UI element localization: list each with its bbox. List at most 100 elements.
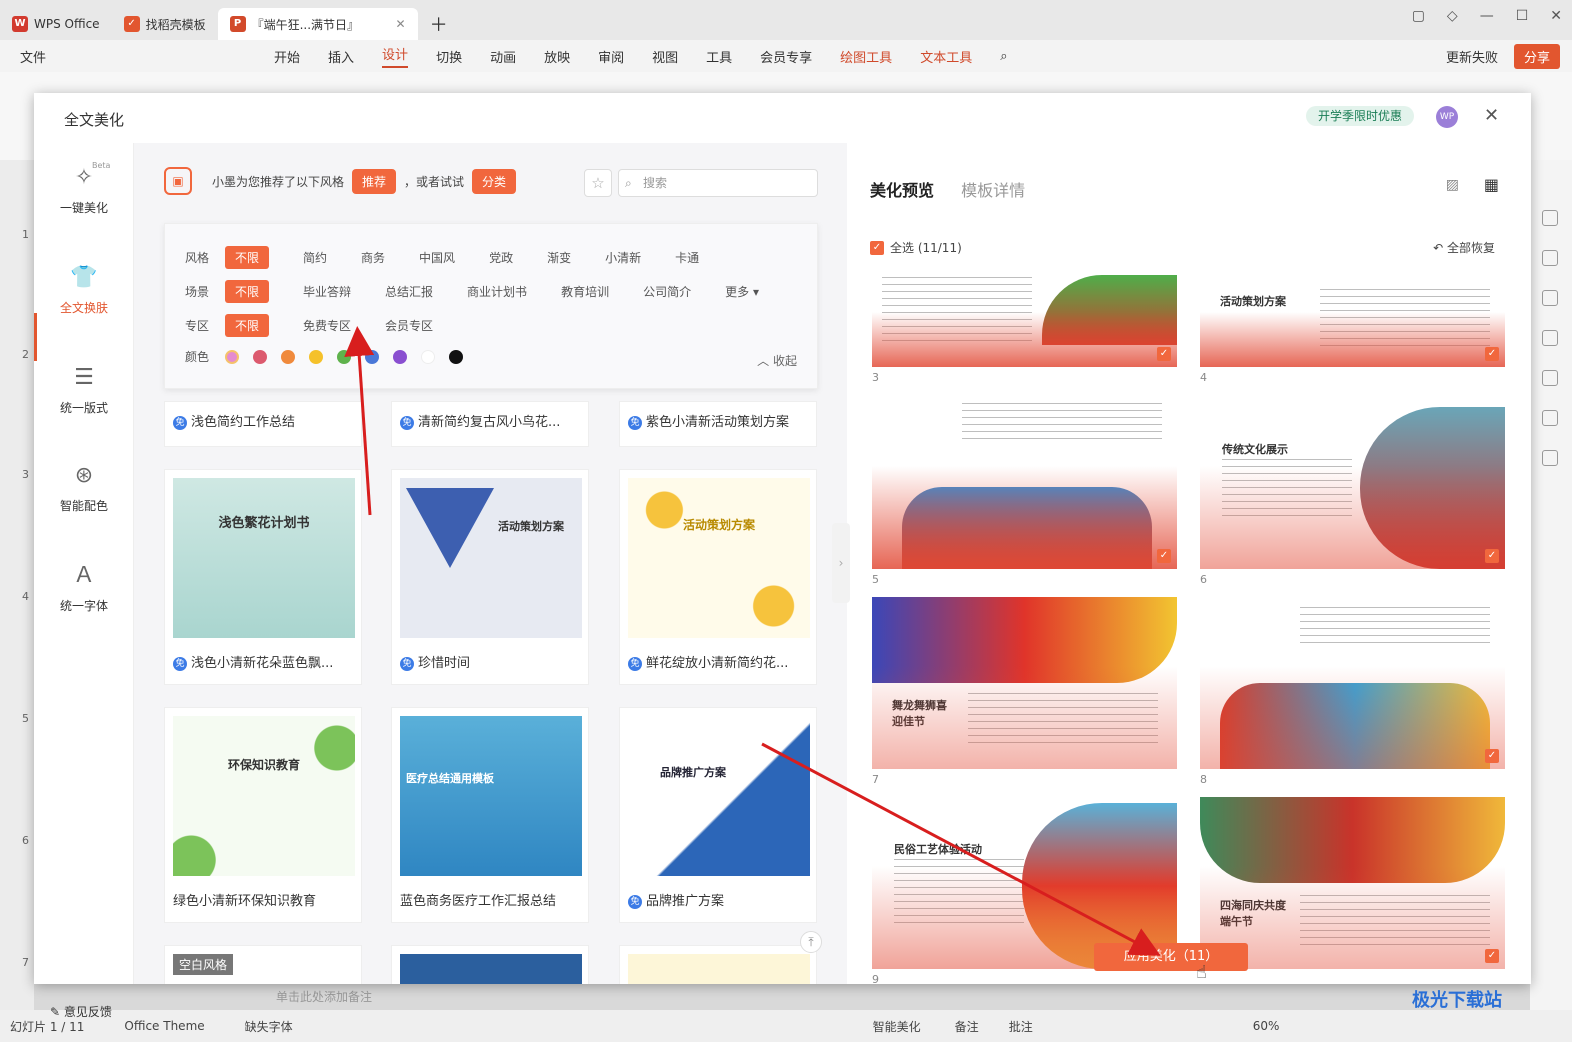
- category-pill[interactable]: 分类: [472, 168, 517, 194]
- filter-option[interactable]: 总结汇报: [385, 283, 433, 300]
- tool-icon[interactable]: [1542, 330, 1558, 346]
- notes-hint[interactable]: 单击此处添加备注: [276, 988, 372, 1005]
- menu-member[interactable]: 会员专享: [760, 47, 812, 66]
- tool-icon[interactable]: [1542, 210, 1558, 226]
- avatar[interactable]: WP: [1436, 106, 1458, 128]
- favorite-icon[interactable]: ☆: [584, 169, 612, 197]
- color-swatch[interactable]: [309, 349, 323, 364]
- template-card[interactable]: 免清新简约复古风小鸟花...: [391, 401, 589, 447]
- image-view-icon[interactable]: ▨: [1446, 177, 1459, 193]
- slide-check-icon[interactable]: ✓: [1485, 549, 1499, 563]
- filter-option[interactable]: 会员专区: [385, 317, 433, 334]
- color-swatch[interactable]: [393, 349, 407, 364]
- back-to-top-icon[interactable]: ⤒: [800, 931, 822, 953]
- menu-animation[interactable]: 动画: [490, 47, 516, 66]
- color-swatch[interactable]: [421, 349, 435, 364]
- feedback-link[interactable]: ✎ 意见反馈: [50, 1003, 112, 1020]
- recommend-pill[interactable]: 推荐: [352, 168, 397, 194]
- filter-option[interactable]: 教育培训: [561, 283, 609, 300]
- template-card[interactable]: 医疗总结通用模板 蓝色商务医疗工作汇报总结: [391, 707, 589, 923]
- template-card[interactable]: [619, 945, 817, 984]
- menu-review[interactable]: 审阅: [598, 47, 624, 66]
- close-dialog-icon[interactable]: ✕: [1484, 105, 1499, 126]
- slide-check-icon[interactable]: ✓: [1485, 749, 1499, 763]
- color-swatch[interactable]: [253, 349, 267, 364]
- preview-slide[interactable]: 舞龙舞狮喜迎佳节: [872, 597, 1177, 769]
- filter-option[interactable]: 免费专区: [303, 317, 351, 334]
- tab-template[interactable]: ✓ 找稻壳模板: [112, 8, 218, 40]
- filter-option[interactable]: 不限: [225, 314, 270, 337]
- preview-slide[interactable]: 活动策划方案 ✓: [1200, 275, 1505, 367]
- restore-all-button[interactable]: ↶ 全部恢复: [1433, 239, 1495, 256]
- search-icon[interactable]: ⌕: [1000, 49, 1007, 64]
- theme-name[interactable]: Office Theme: [124, 1019, 204, 1033]
- nav-color[interactable]: ⊛ 智能配色: [34, 461, 134, 514]
- filter-option[interactable]: 小清新: [605, 249, 641, 266]
- template-card[interactable]: 浅色繁花计划书 免浅色小清新花朵蓝色飘...: [164, 469, 362, 685]
- filter-option[interactable]: 毕业答辩: [303, 283, 351, 300]
- tool-icon[interactable]: [1542, 370, 1558, 386]
- nav-one-click[interactable]: ✧ Beta 一键美化: [34, 161, 134, 216]
- promo-badge[interactable]: 开学季限时优惠: [1306, 106, 1415, 126]
- menu-start[interactable]: 开始: [274, 47, 300, 66]
- preview-slide[interactable]: 传统文化展示 ✓: [1200, 397, 1505, 569]
- menu-insert[interactable]: 插入: [328, 47, 354, 66]
- help-icon[interactable]: [1542, 450, 1558, 466]
- tab-wps-office[interactable]: W WPS Office: [0, 8, 112, 40]
- tab-preview[interactable]: 美化预览: [870, 181, 934, 200]
- template-card[interactable]: 空白风格: [164, 945, 362, 984]
- close-window-icon[interactable]: ✕: [1550, 8, 1562, 24]
- color-swatch[interactable]: [449, 349, 463, 364]
- nav-font[interactable]: Ａ 统一字体: [34, 561, 134, 614]
- missing-font[interactable]: 缺失字体: [245, 1018, 293, 1035]
- collapse-filter[interactable]: ︿ 收起: [757, 352, 797, 369]
- slide-check-icon[interactable]: ✓: [1157, 347, 1171, 361]
- menu-text-tools[interactable]: 文本工具: [920, 47, 972, 66]
- preview-slide[interactable]: ✓: [872, 397, 1177, 569]
- template-card[interactable]: 品牌推广方案 免品牌推广方案: [619, 707, 817, 923]
- slide-check-icon[interactable]: ✓: [1485, 949, 1499, 963]
- layout-icon[interactable]: ▢: [1412, 8, 1425, 24]
- color-swatch[interactable]: [281, 349, 295, 364]
- tool-icon[interactable]: [1542, 290, 1558, 306]
- search-input[interactable]: ⌕ 搜索: [618, 169, 818, 197]
- color-swatch[interactable]: [365, 349, 379, 364]
- menu-view[interactable]: 视图: [652, 47, 678, 66]
- apply-beautify-button[interactable]: 应用美化（11）: [1094, 943, 1248, 971]
- template-card[interactable]: 免浅色简约工作总结: [164, 401, 362, 447]
- slide-check-icon[interactable]: ✓: [1485, 347, 1499, 361]
- filter-option[interactable]: 不限: [225, 280, 270, 303]
- slide-check-icon[interactable]: ✓: [1157, 549, 1171, 563]
- filter-option[interactable]: 公司简介: [643, 283, 691, 300]
- template-card[interactable]: [391, 945, 589, 984]
- comment-toggle[interactable]: 批注: [1009, 1018, 1033, 1035]
- cube-icon[interactable]: ◇: [1447, 8, 1458, 24]
- notes-toggle[interactable]: 备注: [955, 1018, 979, 1035]
- new-tab-button[interactable]: ＋: [418, 8, 460, 40]
- star-icon[interactable]: [1542, 250, 1558, 266]
- filter-option[interactable]: 党政: [489, 249, 513, 266]
- maximize-icon[interactable]: ☐: [1516, 8, 1529, 24]
- preview-slide[interactable]: ✓: [1200, 597, 1505, 769]
- menu-tools[interactable]: 工具: [706, 47, 732, 66]
- select-all-checkbox[interactable]: ✓ 全选 (11/11): [870, 239, 962, 256]
- tab-document[interactable]: P 『端午狂...满节日』 ✕: [217, 8, 418, 40]
- grid-view-icon[interactable]: ▦: [1484, 175, 1499, 194]
- template-card[interactable]: 环保知识教育 绿色小清新环保知识教育: [164, 707, 362, 923]
- zoom-level[interactable]: 60%: [1253, 1019, 1280, 1033]
- share-button[interactable]: 分享: [1513, 43, 1560, 69]
- file-menu[interactable]: 文件: [20, 47, 46, 66]
- filter-more[interactable]: 更多 ▾: [725, 283, 759, 300]
- template-card[interactable]: 活动策划方案 免鲜花绽放小清新简约花...: [619, 469, 817, 685]
- color-swatch[interactable]: [337, 349, 351, 364]
- filter-option[interactable]: 中国风: [419, 249, 455, 266]
- menu-design[interactable]: 设计: [382, 44, 409, 68]
- tab-template-details[interactable]: 模板详情: [961, 181, 1025, 200]
- nav-reskin[interactable]: 👕 全文换肤: [34, 263, 134, 316]
- update-status[interactable]: 更新失败: [1446, 47, 1498, 66]
- filter-option[interactable]: 商业计划书: [467, 283, 527, 300]
- menu-slideshow[interactable]: 放映: [544, 47, 570, 66]
- panel-toggle-chevron-icon[interactable]: ›: [832, 523, 850, 603]
- nav-layout[interactable]: ☰ 统一版式: [34, 363, 134, 416]
- preview-slide[interactable]: ✓: [872, 275, 1177, 367]
